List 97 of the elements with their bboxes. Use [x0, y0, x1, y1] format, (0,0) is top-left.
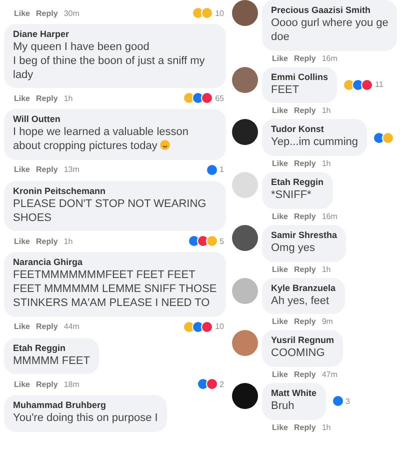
comment-time: 18m: [64, 380, 80, 389]
heart-reaction-icon: [201, 320, 214, 332]
commenter-name: Etah Reggin: [13, 342, 67, 352]
commenter-name: Kyle Branzuela: [271, 282, 336, 292]
heart-reaction-icon: [361, 78, 374, 91]
comment-time: 1h: [322, 264, 331, 274]
emoji-reaction-icon: [382, 132, 394, 144]
reaction-count: 10: [215, 322, 224, 331]
like-link[interactable]: Like: [14, 8, 30, 18]
commenter-name: Etah Reggin: [271, 177, 324, 187]
commenter-name: Muhammad Bruhberg: [13, 400, 108, 410]
emoji-reaction-icon: [201, 7, 214, 19]
avatar[interactable]: [232, 383, 258, 409]
reply-link[interactable]: Reply: [294, 370, 316, 379]
reply-link[interactable]: Reply: [294, 159, 316, 168]
heart-reaction-icon: [201, 92, 214, 104]
comment-text: You're doing this on purpose I: [13, 412, 158, 426]
reply-link[interactable]: Reply: [294, 212, 316, 221]
commenter-name: Kronin Peitschemann: [13, 186, 107, 196]
reply-link[interactable]: Reply: [294, 106, 316, 116]
comment-time: 47m: [322, 370, 338, 379]
commenter-name: Will Outten: [13, 114, 62, 124]
commenter-name: Matt White: [271, 388, 316, 398]
avatar[interactable]: [232, 224, 258, 251]
reply-link[interactable]: Reply: [36, 94, 58, 103]
like-link[interactable]: Like: [14, 322, 30, 331]
commenter-name: Emmi Collins: [271, 72, 328, 82]
comment-text: I hope we learned a valuable lesson about cropping pictures today: [13, 126, 190, 154]
avatar[interactable]: [232, 119, 258, 146]
like-link[interactable]: Like: [14, 94, 30, 103]
like-link[interactable]: Like: [272, 317, 288, 326]
like-link[interactable]: Like: [14, 236, 30, 246]
comment-text: Oooo gurl where you ge doe: [271, 17, 388, 44]
like-link[interactable]: Like: [272, 106, 288, 116]
comment-text: Yep...im cumming: [271, 136, 358, 150]
like-reaction-icon: [206, 164, 218, 176]
like-link[interactable]: Like: [14, 380, 30, 389]
emoji-reaction-icon: [206, 235, 218, 248]
reaction-count: 11: [375, 80, 384, 90]
comment-text: Omg yes: [271, 242, 316, 256]
reply-link[interactable]: Reply: [294, 54, 316, 62]
comment-time: 1h: [64, 94, 73, 103]
reaction-summary[interactable]: 11: [341, 78, 386, 92]
comment-time: 1h: [64, 236, 73, 246]
comment-text: *SNIFF*: [271, 189, 312, 203]
commenter-name: Narancia Ghirga: [13, 257, 84, 268]
comment-time: 16m: [322, 212, 338, 221]
like-link[interactable]: Like: [272, 264, 288, 274]
reaction-count: 5: [220, 236, 224, 246]
like-reaction-icon: [188, 235, 200, 248]
commenter-name: Tudor Konst: [271, 124, 325, 134]
comment-text: Ah yes, feet: [271, 294, 330, 308]
reaction-summary[interactable]: 65: [181, 91, 226, 106]
like-reaction-icon: [332, 395, 344, 408]
reaction-count: 1: [220, 165, 224, 174]
commenter-name: Yusril Regnum: [271, 335, 334, 346]
reply-link[interactable]: Reply: [36, 322, 58, 331]
reply-link[interactable]: Reply: [294, 422, 316, 432]
reaction-count: 65: [215, 94, 224, 103]
comment-text: FEET: [271, 84, 300, 98]
comment-text: FEETMMMMMMMFEET FEET FEET FEET MMMMMM LEMME SNIFF THOSE STINKERS MA'AM PLEASE I NEED TO: [13, 269, 217, 310]
heart-reaction-icon: [206, 378, 218, 390]
reaction-count: 10: [215, 8, 224, 18]
avatar[interactable]: [232, 0, 258, 26]
reaction-count: 3: [346, 396, 350, 406]
comment-time: 13m: [64, 165, 80, 174]
comment-time: 1h: [322, 159, 331, 168]
like-link[interactable]: Like: [272, 422, 288, 432]
like-link[interactable]: Like: [14, 165, 30, 174]
like-reaction-icon: [196, 378, 209, 390]
like-link[interactable]: Like: [272, 54, 288, 62]
commenter-name: Diane Harper: [13, 29, 70, 39]
comment-time: 30m: [64, 8, 80, 18]
reaction-count: 2: [220, 380, 224, 389]
like-link[interactable]: Like: [272, 370, 288, 379]
reply-link[interactable]: Reply: [36, 380, 58, 389]
comment-text: My queen I have been good I beg of thine the boon of just a sniff my lady: [13, 41, 206, 82]
comment-time: 9m: [322, 317, 333, 326]
reply-link[interactable]: Reply: [294, 264, 316, 274]
comment-time: 1h: [322, 422, 331, 432]
reply-link[interactable]: Reply: [36, 236, 58, 246]
comment-text: MMMMM FEET: [13, 354, 90, 368]
comment-time: 16m: [322, 54, 338, 62]
commenter-name: Samir Shrestha: [271, 230, 338, 240]
reaction-summary[interactable]: 10: [190, 6, 226, 20]
comment-text: Bruh: [271, 400, 296, 414]
like-link[interactable]: Like: [272, 159, 288, 168]
reply-link[interactable]: Reply: [36, 165, 58, 174]
comment-time: 44m: [64, 322, 80, 331]
reaction-summary[interactable]: 10: [181, 320, 226, 334]
like-link[interactable]: Like: [272, 212, 288, 221]
commenter-name: Precious Gaazisi Smith: [271, 5, 372, 15]
comment-text: COOMING: [271, 347, 326, 361]
reply-link[interactable]: Reply: [294, 317, 316, 326]
comment-text: PLEASE DON'T STOP NOT WEARING SHOES: [13, 198, 208, 226]
comment-time: 1h: [322, 106, 331, 116]
reply-link[interactable]: Reply: [36, 8, 58, 18]
